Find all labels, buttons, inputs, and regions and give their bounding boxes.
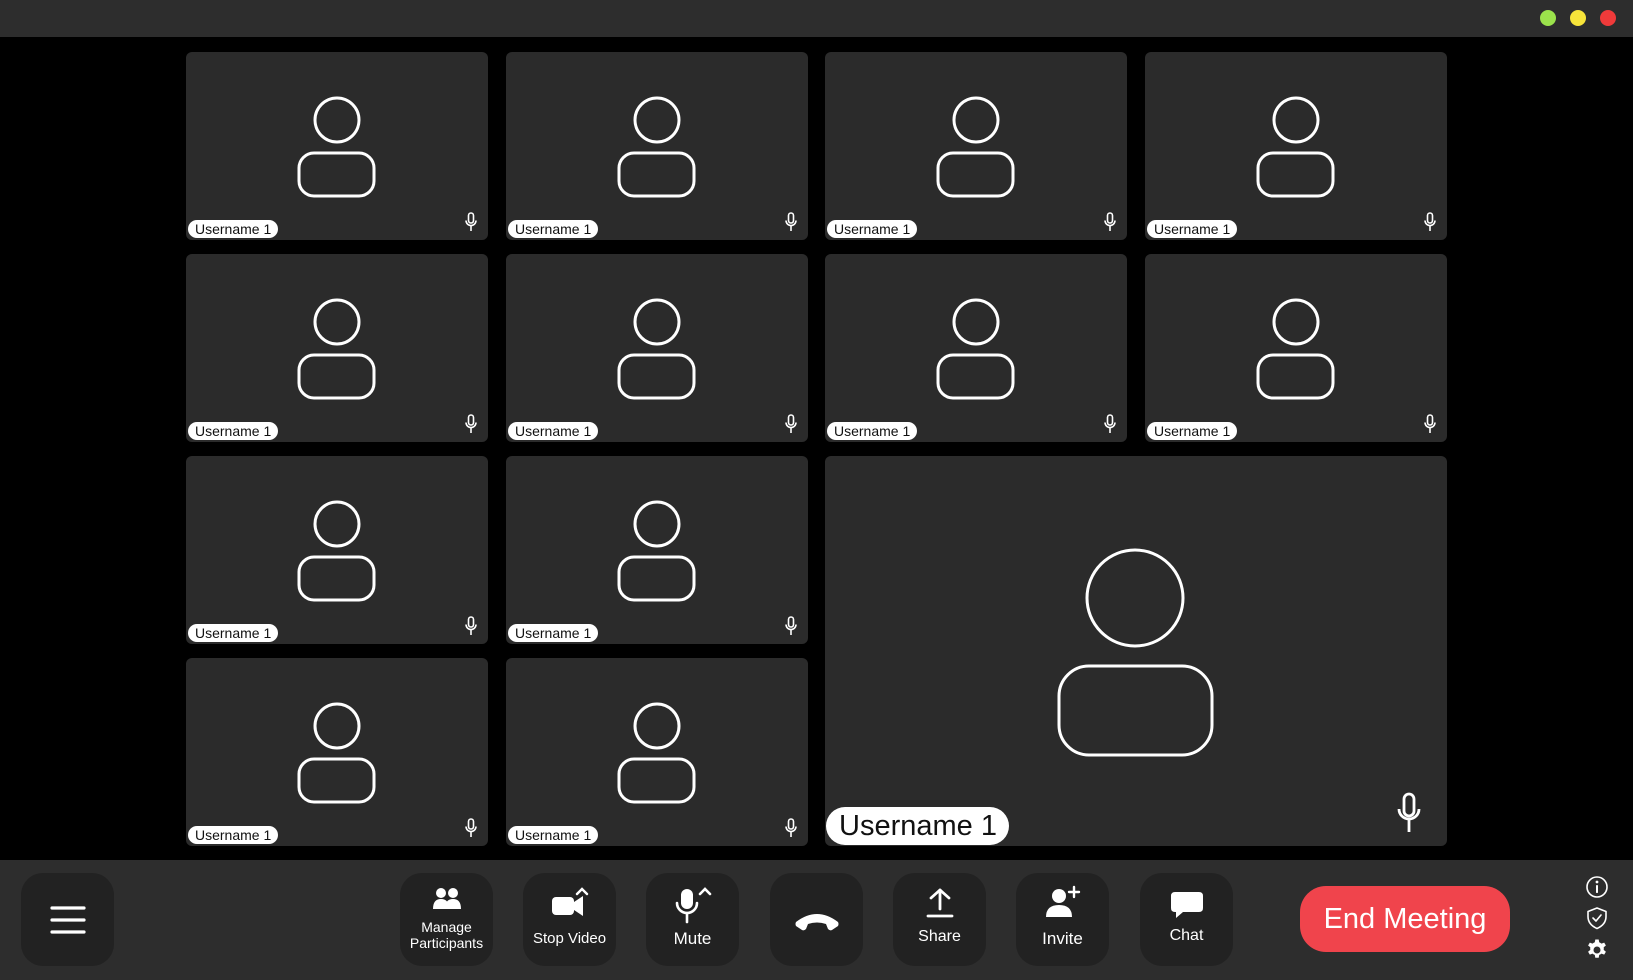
chat-button[interactable]: Chat xyxy=(1140,873,1233,966)
mute-label: Mute xyxy=(673,929,712,948)
share-upload-icon xyxy=(926,888,953,918)
participants-icon xyxy=(432,888,461,909)
participant-tile[interactable]: Username 1 xyxy=(186,658,488,846)
mic-icon[interactable] xyxy=(784,212,798,232)
participant-name: Username 1 xyxy=(188,624,279,642)
avatar-placeholder-icon xyxy=(1256,96,1335,198)
end-meeting-button[interactable]: End Meeting xyxy=(1300,886,1510,952)
avatar-placeholder-icon xyxy=(297,702,376,804)
participant-name: Username 1 xyxy=(508,826,599,844)
participant-name: Username 1 xyxy=(508,624,599,642)
stop-video-button[interactable]: Stop Video xyxy=(523,873,616,966)
add-user-icon xyxy=(1045,885,1080,917)
avatar-placeholder-icon xyxy=(1256,298,1335,400)
mic-icon[interactable] xyxy=(464,616,478,636)
participant-name: Username 1 xyxy=(827,220,918,238)
chat-bubble-icon xyxy=(1170,892,1203,918)
participant-tile[interactable]: Username 1 xyxy=(186,456,488,644)
mic-icon[interactable] xyxy=(1103,212,1117,232)
active-speaker-name: Username 1 xyxy=(826,807,1009,845)
participant-tile[interactable]: Username 1 xyxy=(506,456,808,644)
phone-hangup-icon xyxy=(795,914,838,931)
gear-icon[interactable] xyxy=(1585,938,1609,962)
participant-name: Username 1 xyxy=(1147,422,1238,440)
avatar-placeholder-icon xyxy=(617,702,696,804)
mic-icon[interactable] xyxy=(464,212,478,232)
leave-call-button[interactable] xyxy=(770,873,863,966)
hamburger-menu-icon xyxy=(49,906,86,934)
mic-icon[interactable] xyxy=(1396,792,1422,834)
menu-button[interactable] xyxy=(21,873,114,966)
avatar-placeholder-icon xyxy=(617,96,696,198)
meeting-window: Username 1 Username 1 Username 1 Usernam… xyxy=(0,0,1633,980)
participant-tile[interactable]: Username 1 xyxy=(506,52,808,240)
avatar-placeholder-icon xyxy=(297,96,376,198)
participant-tile[interactable]: Username 1 xyxy=(506,254,808,442)
participant-tile[interactable]: Username 1 xyxy=(1145,254,1447,442)
participant-name: Username 1 xyxy=(508,220,599,238)
video-camera-icon xyxy=(551,887,588,916)
avatar-placeholder-icon xyxy=(617,298,696,400)
participant-name: Username 1 xyxy=(188,220,279,238)
invite-button[interactable]: Invite xyxy=(1016,873,1109,966)
avatar-placeholder-icon xyxy=(617,500,696,602)
manage-participants-label-line1: Manage xyxy=(421,919,472,935)
mic-icon[interactable] xyxy=(1103,414,1117,434)
share-label: Share xyxy=(918,928,961,945)
info-icon[interactable] xyxy=(1585,875,1609,899)
participant-name: Username 1 xyxy=(508,422,599,440)
share-button[interactable]: Share xyxy=(893,873,986,966)
stop-video-label: Stop Video xyxy=(532,930,607,947)
participant-tile[interactable]: Username 1 xyxy=(186,254,488,442)
participant-name: Username 1 xyxy=(188,826,279,844)
avatar-placeholder-icon xyxy=(936,96,1015,198)
avatar-placeholder-icon xyxy=(1057,548,1214,757)
video-grid: Username 1 Username 1 Username 1 Usernam… xyxy=(0,0,1633,860)
participant-tile[interactable]: Username 1 xyxy=(186,52,488,240)
mic-icon[interactable] xyxy=(1423,212,1437,232)
meeting-toolbar: Manage Participants Stop Video Mute Shar… xyxy=(0,860,1633,980)
participant-tile[interactable]: Username 1 xyxy=(825,52,1127,240)
participant-name: Username 1 xyxy=(1147,220,1238,238)
avatar-placeholder-icon xyxy=(297,298,376,400)
mic-icon[interactable] xyxy=(464,818,478,838)
mic-icon[interactable] xyxy=(464,414,478,434)
chat-label: Chat xyxy=(1169,927,1204,944)
manage-participants-button[interactable]: Manage Participants xyxy=(400,873,493,966)
participant-name: Username 1 xyxy=(827,422,918,440)
participant-name: Username 1 xyxy=(188,422,279,440)
participant-tile[interactable]: Username 1 xyxy=(1145,52,1447,240)
manage-participants-label-line2: Participants xyxy=(409,935,484,951)
active-speaker-tile[interactable]: Username 1 xyxy=(825,456,1447,846)
avatar-placeholder-icon xyxy=(936,298,1015,400)
participant-tile[interactable]: Username 1 xyxy=(506,658,808,846)
mute-button[interactable]: Mute xyxy=(646,873,739,966)
mic-icon[interactable] xyxy=(784,414,798,434)
invite-label: Invite xyxy=(1042,929,1083,948)
mic-icon[interactable] xyxy=(784,818,798,838)
mic-icon[interactable] xyxy=(1423,414,1437,434)
avatar-placeholder-icon xyxy=(297,500,376,602)
mic-icon[interactable] xyxy=(784,616,798,636)
participant-tile[interactable]: Username 1 xyxy=(825,254,1127,442)
shield-icon[interactable] xyxy=(1585,906,1609,930)
microphone-icon xyxy=(675,887,711,924)
